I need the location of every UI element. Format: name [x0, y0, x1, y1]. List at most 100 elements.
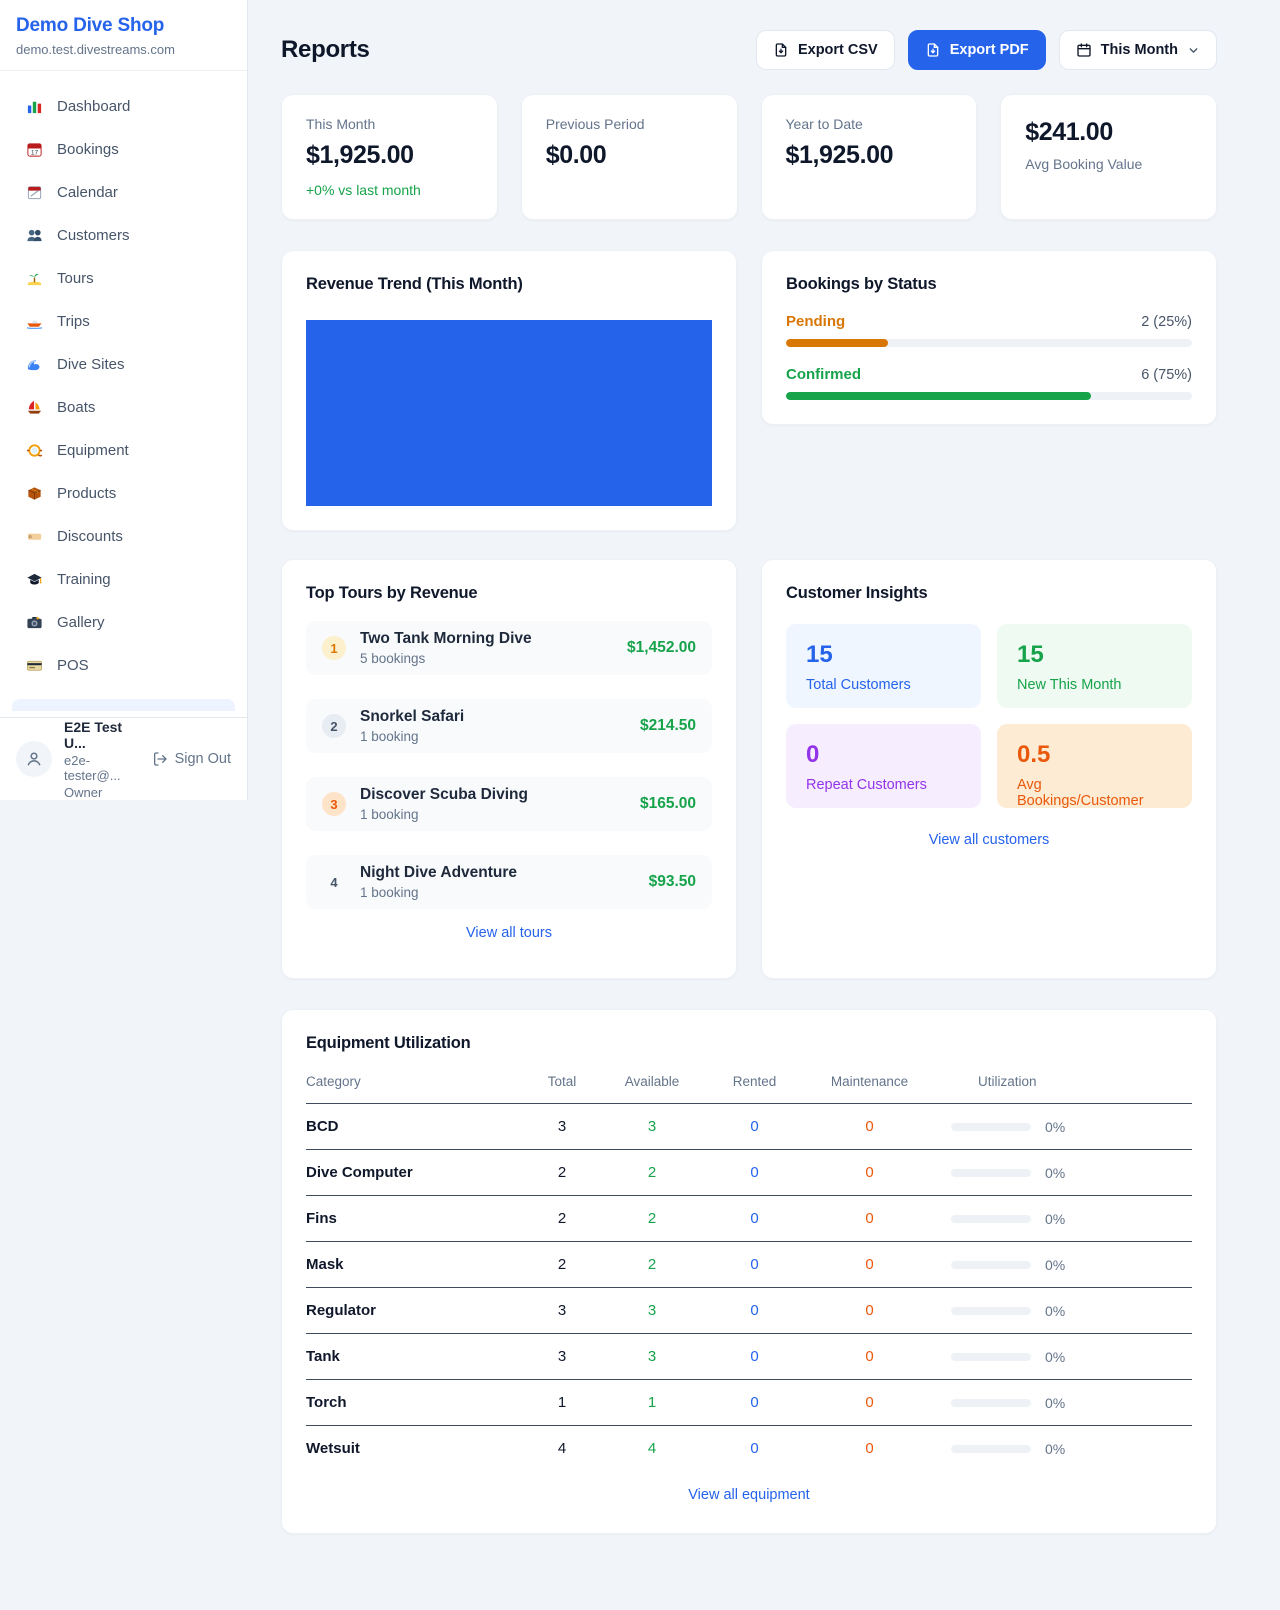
users-icon — [25, 227, 43, 245]
sidebar-item-tours[interactable]: Tours — [12, 257, 235, 300]
export-pdf-button[interactable]: Export PDF — [908, 30, 1046, 70]
sidebar-item-label: Products — [57, 485, 116, 502]
logout-icon — [152, 751, 168, 767]
rank-badge: 3 — [322, 792, 346, 816]
export-csv-button[interactable]: Export CSV — [756, 30, 895, 70]
stat-value: $0.00 — [546, 141, 713, 170]
cell-rented: 0 — [707, 1440, 802, 1457]
tile-value: 15 — [806, 641, 961, 669]
cell-total: 4 — [527, 1440, 597, 1457]
sailboat-icon — [25, 399, 43, 417]
col-total: Total — [527, 1074, 597, 1089]
tour-row: 4 Night Dive Adventure 1 booking $93.50 — [306, 855, 712, 909]
stat-value: $1,925.00 — [306, 141, 473, 170]
utilization-percent: 0% — [1045, 1165, 1065, 1181]
sidebar-item-customers[interactable]: Customers — [12, 214, 235, 257]
cell-available: 3 — [597, 1348, 707, 1365]
tile-label: Total Customers — [806, 677, 961, 693]
tour-name: Discover Scuba Diving — [360, 786, 626, 804]
file-download-icon — [773, 42, 789, 58]
sidebar-item-dashboard[interactable]: Dashboard — [12, 85, 235, 128]
cell-utilization: 0% — [937, 1349, 1192, 1365]
cell-available: 3 — [597, 1302, 707, 1319]
tour-bookings: 5 bookings — [360, 651, 613, 666]
utilization-percent: 0% — [1045, 1119, 1065, 1135]
cell-rented: 0 — [707, 1348, 802, 1365]
cell-maintenance: 0 — [802, 1348, 937, 1365]
progress-fill — [786, 339, 888, 347]
tile-repeat-customers: 0 Repeat Customers — [786, 724, 981, 808]
stat-label: Avg Booking Value — [1025, 156, 1192, 172]
tile-label: Avg Bookings/Customer — [1017, 777, 1172, 809]
col-category: Category — [306, 1074, 527, 1089]
sidebar-item-label: Equipment — [57, 442, 129, 459]
utilization-bar — [951, 1169, 1031, 1177]
tour-amount: $165.00 — [640, 795, 696, 813]
calendar-pad-icon — [25, 184, 43, 202]
stat-label: Year to Date — [786, 116, 953, 132]
user-info: E2E Test U... e2e-tester@... Owner — [64, 719, 140, 800]
utilization-percent: 0% — [1045, 1303, 1065, 1319]
cell-total: 2 — [527, 1164, 597, 1181]
tile-total-customers: 15 Total Customers — [786, 624, 981, 708]
dive-mask-icon — [25, 442, 43, 460]
sidebar-item-dive-sites[interactable]: Dive Sites — [12, 343, 235, 386]
utilization-percent: 0% — [1045, 1349, 1065, 1365]
svg-text:17: 17 — [30, 150, 38, 157]
table-row: Fins 2 2 0 0 0% — [306, 1196, 1192, 1242]
status-value: 2 (25%) — [1141, 314, 1192, 330]
rank-badge: 1 — [322, 636, 346, 660]
sidebar-item-calendar[interactable]: Calendar — [12, 171, 235, 214]
cell-maintenance: 0 — [802, 1164, 937, 1181]
wave-icon — [25, 356, 43, 374]
sidebar-item-label: Tours — [57, 270, 94, 287]
cell-utilization: 0% — [937, 1165, 1192, 1181]
cell-utilization: 0% — [937, 1441, 1192, 1457]
table-row: Tank 3 3 0 0 0% — [306, 1334, 1192, 1380]
header-actions: Export CSV Export PDF This Month — [756, 30, 1217, 70]
sidebar-item-boats[interactable]: Boats — [12, 386, 235, 429]
sign-out-button[interactable]: Sign Out — [152, 751, 231, 767]
view-all-tours-link[interactable]: View all tours — [306, 925, 712, 941]
tile-avg-bookings-customer: 0.5 Avg Bookings/Customer — [997, 724, 1192, 808]
cell-rented: 0 — [707, 1256, 802, 1273]
sidebar-item-products[interactable]: Products — [12, 472, 235, 515]
rank-badge: 4 — [322, 870, 346, 894]
sidebar-user-footer: E2E Test U... e2e-tester@... Owner Sign … — [0, 717, 247, 800]
cell-category: Wetsuit — [306, 1440, 527, 1457]
sidebar-item-reports-active-partial[interactable] — [12, 699, 235, 711]
progress-track — [786, 392, 1192, 400]
utilization-percent: 0% — [1045, 1441, 1065, 1457]
sidebar-item-gallery[interactable]: Gallery — [12, 601, 235, 644]
sidebar-nav: Dashboard 17 Bookings Calendar Customers… — [0, 71, 247, 717]
sidebar-item-training[interactable]: Training — [12, 558, 235, 601]
sidebar-item-trips[interactable]: Trips — [12, 300, 235, 343]
sidebar-item-discounts[interactable]: Discounts — [12, 515, 235, 558]
page-title: Reports — [281, 36, 370, 64]
cell-available: 1 — [597, 1394, 707, 1411]
equipment-utilization-card: Equipment Utilization Category Total Ava… — [281, 1009, 1217, 1534]
tour-bookings: 1 booking — [360, 885, 635, 900]
top-tours-title: Top Tours by Revenue — [306, 584, 712, 603]
user-email: e2e-tester@... — [64, 753, 140, 783]
sidebar-item-bookings[interactable]: 17 Bookings — [12, 128, 235, 171]
calendar-date-icon: 17 — [25, 141, 43, 159]
calendar-icon — [1076, 42, 1092, 58]
period-dropdown[interactable]: This Month — [1059, 30, 1217, 70]
credit-card-icon — [25, 657, 43, 675]
user-role: Owner — [64, 785, 140, 800]
stat-value: $241.00 — [1025, 118, 1192, 147]
file-download-icon — [925, 42, 941, 58]
view-all-customers-link[interactable]: View all customers — [786, 832, 1192, 848]
sidebar-item-equipment[interactable]: Equipment — [12, 429, 235, 472]
bookings-by-status-card: Bookings by Status Pending 2 (25%) Confi… — [761, 250, 1217, 425]
revenue-trend-title: Revenue Trend (This Month) — [306, 275, 712, 294]
tour-row: 1 Two Tank Morning Dive 5 bookings $1,45… — [306, 621, 712, 675]
view-all-equipment-link[interactable]: View all equipment — [306, 1487, 1192, 1503]
progress-track — [786, 339, 1192, 347]
export-csv-label: Export CSV — [798, 42, 878, 58]
utilization-bar — [951, 1445, 1031, 1453]
sidebar-item-pos[interactable]: POS — [12, 644, 235, 687]
tag-icon — [25, 528, 43, 546]
rank-badge: 2 — [322, 714, 346, 738]
